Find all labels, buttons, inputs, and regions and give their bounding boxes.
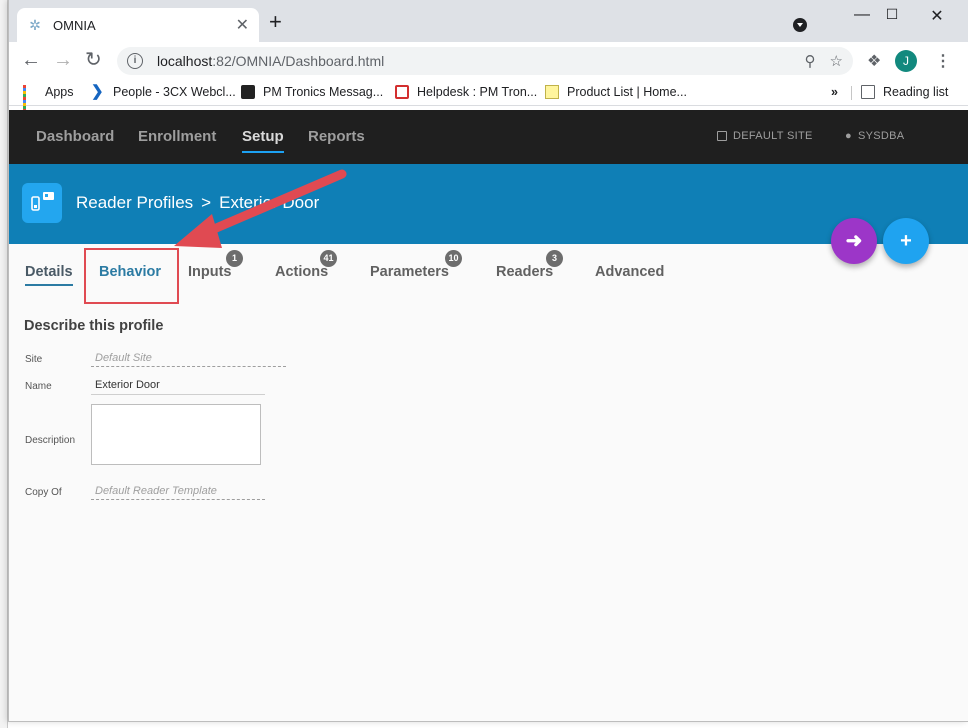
reading-list-icon bbox=[861, 85, 875, 99]
nav-dashboard[interactable]: Dashboard bbox=[36, 128, 114, 151]
browser-window: ✲ OMNIA ✕ + — ☐ ✕ ← → ↻ i localhost:82/O… bbox=[8, 0, 968, 722]
bookmark-separator bbox=[851, 86, 852, 100]
bookmark-star-icon[interactable]: ☆ bbox=[830, 52, 843, 70]
address-bar[interactable]: i localhost:82/OMNIA/Dashboard.html ⚲ ☆ bbox=[117, 47, 853, 75]
nav-reports[interactable]: Reports bbox=[308, 128, 365, 151]
breadcrumb: Reader Profiles > Exterior Door bbox=[76, 193, 319, 213]
reload-icon[interactable]: ↻ bbox=[85, 50, 102, 70]
background-window-edge bbox=[0, 0, 8, 728]
browser-toolbar: ← → ↻ i localhost:82/OMNIA/Dashboard.htm… bbox=[9, 42, 968, 80]
bookmark-3cx[interactable]: ❯ People - 3CX Webcl... bbox=[91, 83, 236, 100]
breadcrumb-parent[interactable]: Reader Profiles bbox=[76, 193, 193, 213]
profile-form: Describe this profile Site Default Site … bbox=[24, 318, 286, 510]
tab-inputs[interactable]: Inputs 1 bbox=[188, 250, 243, 284]
copy-of-label: Copy Of bbox=[25, 487, 62, 498]
new-tab-button[interactable]: + bbox=[269, 11, 282, 33]
inputs-count-badge: 1 bbox=[226, 250, 243, 267]
floppy-disk-icon bbox=[717, 131, 727, 141]
extensions-puzzle-icon[interactable]: ❖ bbox=[867, 51, 881, 71]
annotation-highlight-box bbox=[84, 248, 179, 304]
menu-kebab-icon[interactable]: ⋮ bbox=[935, 51, 951, 71]
name-field[interactable]: Exterior Door bbox=[91, 379, 265, 395]
reading-list-button[interactable]: Reading list bbox=[861, 85, 948, 99]
site-field[interactable]: Default Site bbox=[91, 352, 286, 367]
tab-title: OMNIA bbox=[53, 17, 96, 33]
bookmark-apps[interactable]: Apps bbox=[23, 85, 74, 112]
site-label: Site bbox=[25, 354, 43, 365]
form-heading: Describe this profile bbox=[24, 318, 164, 334]
tab-details[interactable]: Details bbox=[25, 264, 73, 286]
name-row: Name Exterior Door bbox=[24, 377, 265, 404]
parameters-count-badge: 10 bbox=[445, 250, 462, 267]
copy-of-row: Copy Of Default Reader Template bbox=[24, 483, 265, 510]
actions-count-badge: 41 bbox=[320, 250, 337, 267]
breadcrumb-separator: > bbox=[201, 193, 212, 212]
bookmark-pm-tronics[interactable]: PM Tronics Messag... bbox=[241, 85, 383, 99]
reader-profile-icon bbox=[22, 183, 62, 223]
url-text[interactable]: localhost:82/OMNIA/Dashboard.html bbox=[157, 53, 791, 69]
description-row: Description bbox=[24, 404, 261, 483]
tab-advanced[interactable]: Advanced bbox=[595, 264, 664, 284]
readers-count-badge: 3 bbox=[546, 250, 563, 267]
site-selector[interactable]: DEFAULT SITE bbox=[717, 130, 813, 142]
page-header: Reader Profiles > Exterior Door bbox=[9, 164, 968, 244]
omnia-app: Dashboard Enrollment Setup Reports DEFAU… bbox=[9, 110, 968, 721]
user-menu[interactable]: ● SYSDBA bbox=[845, 130, 904, 142]
top-navigation: Dashboard Enrollment Setup Reports DEFAU… bbox=[9, 110, 968, 164]
bookmarks-bar: Apps ❯ People - 3CX Webcl... PM Tronics … bbox=[9, 80, 968, 112]
nav-enrollment[interactable]: Enrollment bbox=[138, 128, 216, 151]
bookmark-product-list[interactable]: Product List | Home... bbox=[545, 85, 687, 99]
3cx-icon: ❯ bbox=[91, 83, 104, 100]
zoom-icon[interactable]: ⚲ bbox=[805, 52, 816, 70]
tab-readers[interactable]: Readers 3 bbox=[496, 250, 563, 284]
breadcrumb-current: Exterior Door bbox=[219, 193, 320, 212]
site-row: Site Default Site bbox=[24, 350, 286, 377]
description-label: Description bbox=[25, 435, 76, 446]
user-icon: ● bbox=[845, 130, 852, 142]
messaging-icon bbox=[241, 85, 255, 99]
omnia-favicon-icon: ✲ bbox=[29, 17, 41, 33]
name-label: Name bbox=[25, 381, 52, 392]
back-arrow-icon[interactable]: ← bbox=[21, 50, 41, 70]
browser-tab[interactable]: ✲ OMNIA ✕ bbox=[17, 8, 259, 42]
profile-avatar[interactable]: J bbox=[895, 50, 917, 72]
tab-actions[interactable]: Actions 41 bbox=[275, 250, 337, 284]
bookmark-helpdesk[interactable]: Helpdesk : PM Tron... bbox=[395, 85, 537, 99]
tab-parameters[interactable]: Parameters 10 bbox=[370, 250, 462, 284]
helpdesk-icon bbox=[395, 85, 409, 99]
note-icon bbox=[545, 85, 559, 99]
copy-of-field[interactable]: Default Reader Template bbox=[91, 485, 265, 500]
site-info-icon[interactable]: i bbox=[127, 53, 143, 69]
tab-search-icon[interactable] bbox=[793, 18, 807, 32]
tab-strip: ✲ OMNIA ✕ + — ☐ ✕ bbox=[9, 0, 968, 42]
forward-arrow-icon[interactable]: → bbox=[53, 50, 73, 70]
maximize-icon[interactable]: ☐ bbox=[869, 6, 915, 23]
nav-setup[interactable]: Setup bbox=[242, 128, 284, 153]
close-tab-icon[interactable]: ✕ bbox=[236, 15, 249, 35]
bookmarks-overflow-button[interactable]: » bbox=[831, 85, 838, 99]
apps-grid-icon bbox=[23, 85, 37, 112]
window-close-icon[interactable]: ✕ bbox=[914, 6, 960, 26]
description-textarea[interactable] bbox=[91, 404, 261, 465]
